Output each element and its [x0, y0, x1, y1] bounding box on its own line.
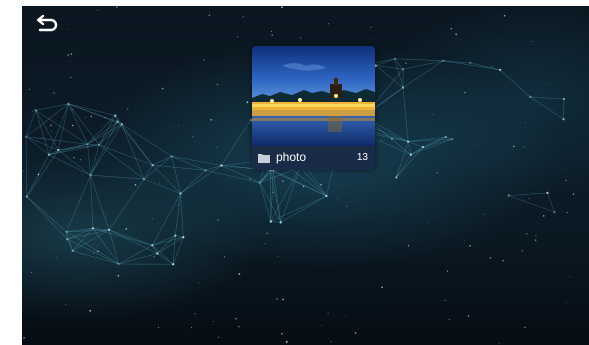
album-name: photo [276, 150, 307, 164]
back-arrow-icon [36, 14, 58, 32]
album-count: 13 [356, 152, 368, 163]
wallpaper-background: photo 13 [22, 6, 589, 345]
back-button[interactable] [34, 12, 60, 34]
album-card-photo[interactable]: photo 13 [252, 46, 375, 170]
album-footer: photo 13 [252, 146, 375, 170]
album-thumbnail [252, 46, 375, 146]
folder-icon [258, 154, 270, 163]
